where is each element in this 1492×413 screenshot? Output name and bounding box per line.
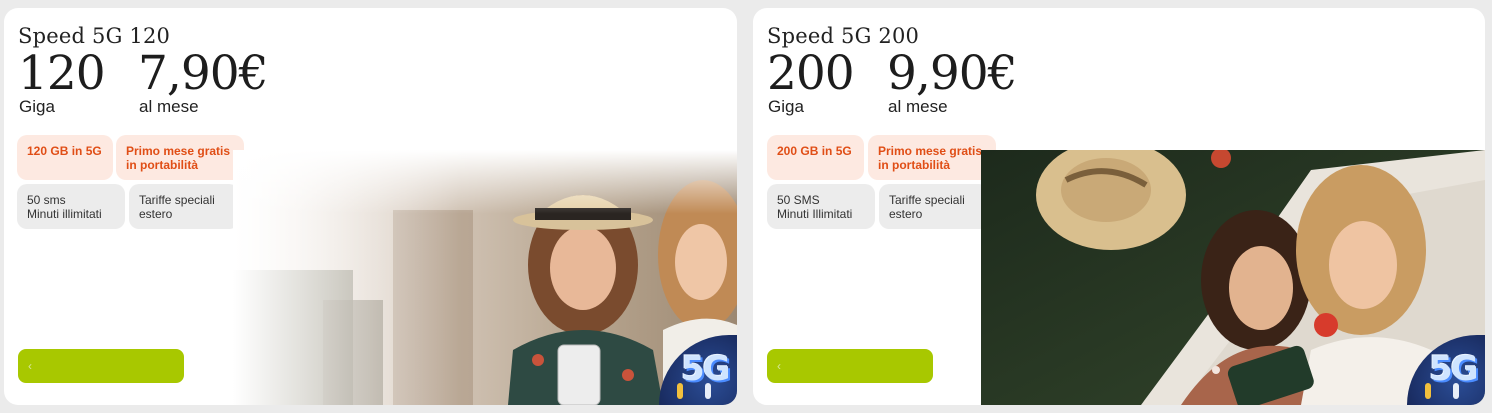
chip-tariffe-estero: Tariffe speciali estero — [129, 184, 239, 229]
chip-line: estero — [139, 207, 173, 221]
chip-primo-mese: Primo mese gratis in portabilità — [116, 135, 244, 180]
giga-label: Giga — [19, 97, 55, 116]
chip-line: Minuti illimitati — [27, 207, 102, 221]
chip-gb-5g: 120 GB in 5G — [17, 135, 113, 180]
chip-primo-mese: Primo mese gratis in portabilità — [868, 135, 996, 180]
price-period: al mese — [139, 97, 199, 116]
figure-icon — [1425, 383, 1431, 399]
chip-line: Primo mese gratis — [878, 144, 983, 158]
chip-line: Tariffe speciali — [139, 193, 215, 207]
promo-photo: 5G — [233, 150, 737, 405]
promo-photo: 5G — [981, 150, 1485, 405]
giga-amount: 120 — [18, 46, 106, 101]
chip-line: Minuti Illimitati — [777, 207, 853, 221]
price-period: al mese — [888, 97, 948, 116]
chip-line: estero — [889, 207, 923, 221]
chip-line: in portabilità — [126, 158, 198, 172]
figure-icon — [705, 383, 711, 399]
price-amount: 7,90€ — [138, 46, 269, 101]
offer-card-speed-5g-200[interactable]: Speed 5G 200 200 Giga 9,90€ al mese 200 … — [753, 8, 1485, 405]
offer-title: Speed 5G 200 — [767, 24, 920, 48]
figure-icon — [1453, 383, 1459, 399]
chip-line: 50 sms — [27, 193, 66, 207]
photo-friends-cafe-icon — [233, 150, 737, 405]
chip-line: Tariffe speciali — [889, 193, 965, 207]
offer-title: Speed 5G 120 — [18, 24, 171, 48]
figure-icon — [677, 383, 683, 399]
price-amount: 9,90€ — [887, 46, 1018, 101]
chip-line: 50 SMS — [777, 193, 820, 207]
chip-sms-minuti: 50 SMS Minuti Illimitati — [767, 184, 875, 229]
offer-card-speed-5g-120[interactable]: Speed 5G 120 120 Giga 7,90€ al mese 120 … — [4, 8, 737, 405]
giga-amount: 200 — [767, 46, 855, 101]
chip-gb-5g: 200 GB in 5G — [767, 135, 864, 180]
chip-sms-minuti: 50 sms Minuti illimitati — [17, 184, 125, 229]
cta-button[interactable]: ‹ — [18, 349, 184, 383]
chip-tariffe-estero: Tariffe speciali estero — [879, 184, 989, 229]
giga-label: Giga — [768, 97, 804, 116]
chip-line: 120 GB in 5G — [27, 144, 102, 158]
chip-line: Primo mese gratis — [126, 144, 231, 158]
cta-button[interactable]: ‹ — [767, 349, 933, 383]
photo-friends-picnic-icon — [981, 150, 1485, 405]
chip-line: 200 GB in 5G — [777, 144, 852, 158]
chip-line: in portabilità — [878, 158, 950, 172]
